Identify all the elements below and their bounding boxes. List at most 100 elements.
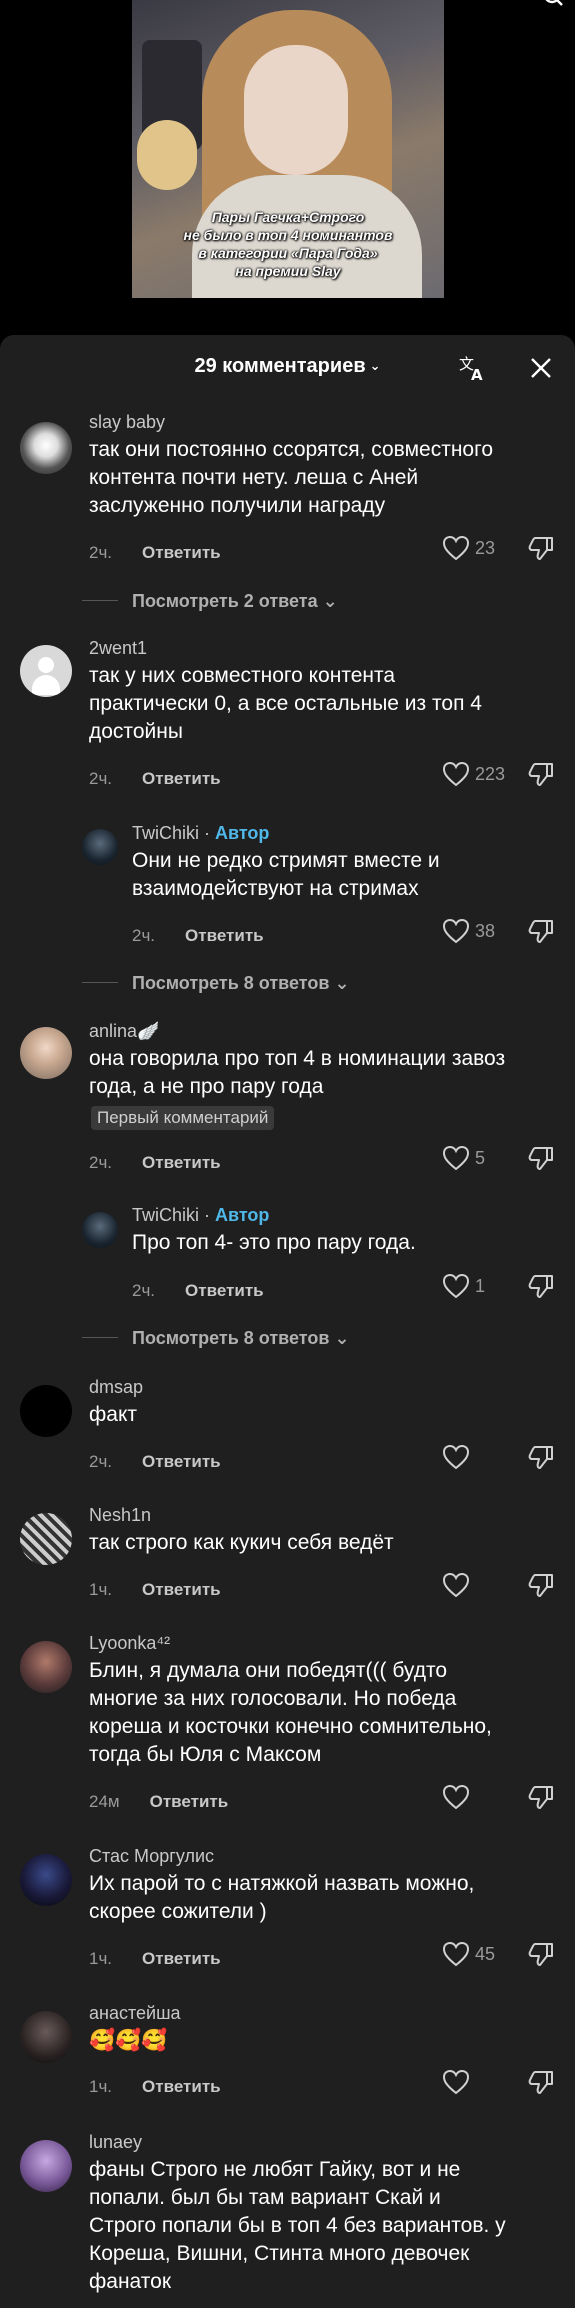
avatar[interactable] bbox=[82, 1212, 118, 1248]
close-icon[interactable] bbox=[530, 357, 552, 379]
avatar[interactable] bbox=[20, 2011, 72, 2063]
like-button[interactable] bbox=[442, 1572, 475, 1598]
like-button[interactable]: 223 bbox=[442, 761, 505, 787]
plush-toy-shape bbox=[137, 120, 197, 190]
like-button[interactable] bbox=[442, 1784, 475, 1810]
translate-icon[interactable]: 文 A bbox=[459, 355, 487, 381]
comment-username[interactable]: Lyoonka⁴² bbox=[89, 1633, 170, 1654]
caption-line: на премии Slay bbox=[235, 263, 341, 279]
comment-line: Их парой то с натяжкой назвать можно, bbox=[89, 1872, 475, 1895]
reply-button[interactable]: Ответить bbox=[142, 1153, 221, 1172]
view-replies-button[interactable]: Посмотреть 8 ответов ⌄ bbox=[82, 973, 350, 994]
dislike-icon[interactable] bbox=[527, 761, 555, 787]
reply-button[interactable]: Ответить bbox=[185, 1281, 264, 1300]
comment-username[interactable]: Стас Моргулис bbox=[89, 1846, 214, 1867]
comment-line: фаны Строго не любят Гайку, вот и не bbox=[89, 2158, 461, 2181]
dislike-icon[interactable] bbox=[527, 1941, 555, 1967]
comment-text: так у них совместного контента практичес… bbox=[89, 662, 482, 746]
reply-button[interactable]: Ответить bbox=[150, 1792, 229, 1811]
comment-username[interactable]: slay baby bbox=[89, 412, 165, 433]
comment-username[interactable]: lunaey bbox=[89, 2132, 142, 2153]
caption-line: не было в топ 4 номинантов bbox=[183, 227, 393, 243]
like-button[interactable]: 38 bbox=[442, 918, 495, 944]
comment-meta: 24м Ответить bbox=[89, 1792, 228, 1812]
view-replies-button[interactable]: Посмотреть 8 ответов ⌄ bbox=[82, 1328, 350, 1349]
comment-line: так они постоянно ссорятся, совместного bbox=[89, 438, 493, 461]
search-icon[interactable] bbox=[545, 0, 563, 10]
chevron-down-icon: ⌄ bbox=[322, 591, 338, 611]
like-button[interactable]: 1 bbox=[442, 1273, 485, 1299]
svg-text:A: A bbox=[471, 366, 483, 381]
heart-icon bbox=[442, 535, 470, 561]
comment-time: 2ч. bbox=[89, 769, 113, 788]
like-button[interactable]: 5 bbox=[442, 1145, 485, 1171]
comment-line: фанаток bbox=[89, 2270, 172, 2293]
comment-username[interactable]: dmsap bbox=[89, 1377, 143, 1398]
author-badge: Автор bbox=[215, 1205, 270, 1225]
comment-line: контента почти нету. леша с Аней bbox=[89, 466, 419, 489]
comment-meta: 2ч. Ответить bbox=[89, 1452, 221, 1472]
dislike-icon[interactable] bbox=[527, 1273, 555, 1299]
comment-meta: 1ч. Ответить bbox=[89, 2077, 221, 2097]
comment-text: Их парой то с натяжкой назвать можно, ск… bbox=[89, 1870, 474, 1926]
comment-line: Про топ 4- это про пару года. bbox=[132, 1231, 416, 1254]
avatar[interactable] bbox=[20, 1641, 72, 1693]
comment-time: 24м bbox=[89, 1792, 120, 1811]
view-replies-button[interactable]: Посмотреть 2 ответа ⌄ bbox=[82, 591, 338, 612]
dislike-icon[interactable] bbox=[527, 2069, 555, 2095]
comment-text: так строго как кукич себя ведёт bbox=[89, 1529, 394, 1557]
comment-line: взаимодействуют на стримах bbox=[132, 877, 419, 900]
comment-text: Блин, я думала они победят((( будто мног… bbox=[89, 1657, 492, 1769]
comment-username[interactable]: TwiChiki · Автор bbox=[132, 823, 269, 844]
heart-icon bbox=[442, 761, 470, 787]
like-button[interactable] bbox=[442, 2069, 475, 2095]
comment-text: факт bbox=[89, 1401, 137, 1429]
comments-count-title[interactable]: 29 комментариев ⌄ bbox=[0, 355, 575, 378]
video-area[interactable]: Пары Гаечка+Строго не было в топ 4 номин… bbox=[0, 0, 575, 335]
avatar[interactable] bbox=[20, 422, 72, 474]
like-button[interactable]: 23 bbox=[442, 535, 495, 561]
comment-meta: 1ч. Ответить bbox=[89, 1580, 221, 1600]
avatar[interactable] bbox=[20, 1854, 72, 1906]
reply-button[interactable]: Ответить bbox=[142, 769, 221, 788]
caption-line: в категории «Пара Года» bbox=[198, 245, 378, 261]
avatar[interactable] bbox=[20, 645, 72, 697]
comment-meta: 2ч. Ответить bbox=[89, 769, 221, 789]
reply-button[interactable]: Ответить bbox=[185, 926, 264, 945]
comment-line: Блин, я думала они победят((( будто bbox=[89, 1659, 448, 1682]
avatar[interactable] bbox=[82, 829, 118, 865]
comment-meta: 2ч. Ответить bbox=[89, 1153, 221, 1173]
comment-line: скорее сожители ) bbox=[89, 1900, 267, 1923]
reply-button[interactable]: Ответить bbox=[142, 2077, 221, 2096]
comment-username[interactable]: Nesh1n bbox=[89, 1505, 151, 1526]
comment-line: Кореша, Вишни, Стинта много девочек bbox=[89, 2242, 470, 2265]
comment-username[interactable]: TwiChiki · Автор bbox=[132, 1205, 269, 1226]
dislike-icon[interactable] bbox=[527, 535, 555, 561]
like-button[interactable]: 45 bbox=[442, 1941, 495, 1967]
dislike-icon[interactable] bbox=[527, 1572, 555, 1598]
avatar[interactable] bbox=[20, 1027, 72, 1079]
view-replies-label: Посмотреть 8 ответов bbox=[132, 973, 330, 993]
reply-button[interactable]: Ответить bbox=[142, 543, 221, 562]
dislike-icon[interactable] bbox=[527, 918, 555, 944]
comment-username[interactable]: анастейша bbox=[89, 2003, 181, 2024]
reply-button[interactable]: Ответить bbox=[142, 1580, 221, 1599]
default-avatar-body bbox=[32, 675, 60, 695]
dislike-icon[interactable] bbox=[527, 1145, 555, 1171]
reply-button[interactable]: Ответить bbox=[142, 1949, 221, 1968]
comment-username[interactable]: anlina🪽 bbox=[89, 1021, 159, 1042]
dislike-icon[interactable] bbox=[527, 1784, 555, 1810]
heart-icon bbox=[442, 1941, 470, 1967]
reply-button[interactable]: Ответить bbox=[142, 1452, 221, 1471]
avatar[interactable] bbox=[20, 1385, 72, 1437]
comment-line: она говорила про топ 4 в номинации завоз bbox=[89, 1047, 506, 1070]
comment-time: 1ч. bbox=[89, 1949, 113, 1968]
like-count: 1 bbox=[475, 1275, 486, 1296]
comment-line: заслуженно получили награду bbox=[89, 494, 386, 517]
comment-meta: 2ч. Ответить bbox=[132, 926, 264, 946]
like-button[interactable] bbox=[442, 1444, 475, 1470]
comment-username[interactable]: 2went1 bbox=[89, 638, 147, 659]
avatar[interactable] bbox=[20, 2140, 72, 2192]
avatar[interactable] bbox=[20, 1513, 72, 1565]
dislike-icon[interactable] bbox=[527, 1444, 555, 1470]
